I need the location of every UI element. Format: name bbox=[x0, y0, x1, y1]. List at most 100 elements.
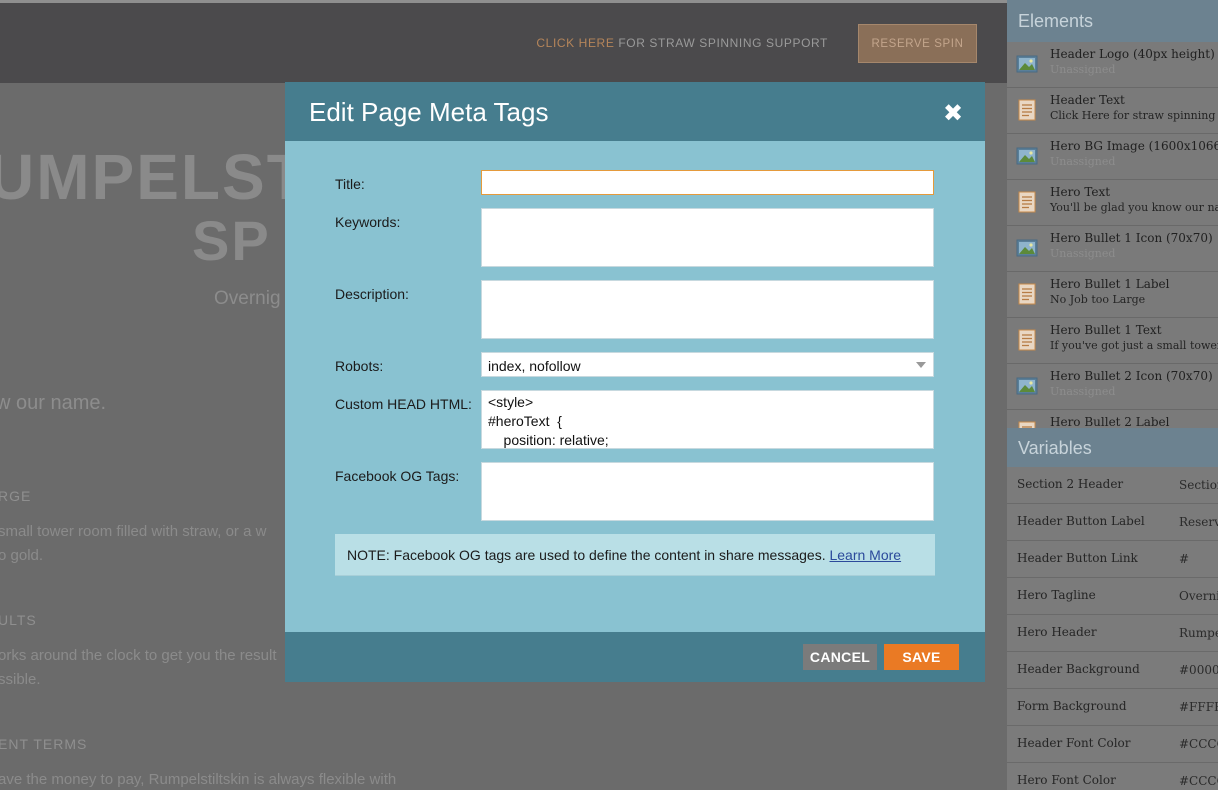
hero-header-line1: UMPELST bbox=[0, 141, 308, 213]
variable-name: Header Background bbox=[1017, 662, 1140, 676]
variable-row[interactable]: Hero Font Color #CCCC bbox=[1007, 763, 1218, 790]
element-item[interactable]: Hero Bullet 1 Text If you've got just a s… bbox=[1007, 318, 1218, 364]
bullet1-text-line2: o gold. bbox=[0, 547, 44, 564]
bullet2-text-line2: ssible. bbox=[0, 671, 41, 688]
variable-row[interactable]: Form Background #FFFFF bbox=[1007, 689, 1218, 726]
variable-row[interactable]: Section 2 Header Section bbox=[1007, 467, 1218, 504]
element-item[interactable]: Hero Text You'll be glad you know our nam… bbox=[1007, 180, 1218, 226]
keywords-label: Keywords: bbox=[335, 214, 401, 230]
keywords-textarea[interactable] bbox=[481, 208, 934, 267]
element-item-value: No Job too Large bbox=[1050, 293, 1146, 306]
support-link: CLICK HERE bbox=[536, 36, 615, 50]
variable-name: Hero Tagline bbox=[1017, 588, 1096, 602]
variable-value: #CCCC bbox=[1179, 737, 1218, 751]
bullet2-label: ULTS bbox=[0, 612, 37, 628]
page-header: CLICK HERE FOR STRAW SPINNING SUPPORT RE… bbox=[0, 3, 1007, 83]
reserve-spin-button: RESERVE SPIN bbox=[858, 24, 977, 63]
variable-value: Overnig bbox=[1179, 589, 1218, 603]
chevron-down-icon bbox=[916, 362, 926, 368]
bullet1-text-line1: small tower room filled with straw, or a… bbox=[0, 523, 267, 540]
dialog-footer: CANCEL SAVE bbox=[285, 632, 985, 682]
element-item[interactable]: Header Text Click Here for straw spinning… bbox=[1007, 88, 1218, 134]
bullet3-label: ENT TERMS bbox=[0, 736, 88, 752]
element-item-name: Header Text bbox=[1050, 93, 1125, 107]
element-item[interactable]: Hero BG Image (1600x1066) Unassigned bbox=[1007, 134, 1218, 180]
element-item-value: Unassigned bbox=[1050, 247, 1116, 260]
close-icon[interactable]: ✖ bbox=[941, 101, 965, 125]
description-textarea[interactable] bbox=[481, 280, 934, 339]
support-suffix: FOR STRAW SPINNING SUPPORT bbox=[614, 36, 828, 50]
robots-label: Robots: bbox=[335, 358, 384, 374]
element-item[interactable]: Hero Bullet 1 Label No Job too Large bbox=[1007, 272, 1218, 318]
variables-list: Section 2 Header Section Header Button Lab… bbox=[1007, 467, 1218, 790]
custom-head-html-textarea[interactable]: <style> #heroText { position: relative; bbox=[481, 390, 934, 449]
variable-value: # bbox=[1179, 552, 1190, 566]
image-icon bbox=[1016, 237, 1038, 259]
element-item[interactable]: Header Logo (40px height) Unassigned bbox=[1007, 42, 1218, 88]
element-item-value: Unassigned bbox=[1050, 155, 1116, 168]
image-icon bbox=[1016, 53, 1038, 75]
bullet1-label: RGE bbox=[0, 488, 32, 504]
variable-name: Hero Header bbox=[1017, 625, 1097, 639]
element-item-value: You'll be glad you know our name. bbox=[1050, 201, 1218, 214]
variable-name: Header Font Color bbox=[1017, 736, 1131, 750]
variable-row[interactable]: Header Background #00000 bbox=[1007, 652, 1218, 689]
custom-head-html-label: Custom HEAD HTML: bbox=[335, 396, 472, 412]
support-text: CLICK HERE FOR STRAW SPINNING SUPPORT bbox=[536, 36, 828, 50]
element-item-name: Hero Text bbox=[1050, 185, 1111, 199]
bullet3-text-line1: ave the money to pay, Rumpelstiltskin is… bbox=[0, 771, 397, 788]
note-text: NOTE: Facebook OG tags are used to defin… bbox=[347, 547, 830, 563]
dialog-title: Edit Page Meta Tags bbox=[309, 97, 549, 127]
element-item[interactable]: Hero Bullet 2 Icon (70x70) Unassigned bbox=[1007, 364, 1218, 410]
text-document-icon bbox=[1016, 99, 1038, 121]
element-item-name: Hero Bullet 2 Label bbox=[1050, 415, 1170, 428]
edit-meta-tags-dialog: Edit Page Meta Tags ✖ Title: Keywords: D… bbox=[285, 82, 985, 682]
image-icon bbox=[1016, 145, 1038, 167]
bullet2-text-line1: orks around the clock to get you the res… bbox=[0, 647, 277, 664]
dialog-header: Edit Page Meta Tags ✖ bbox=[285, 82, 985, 141]
variable-value: Rumpel bbox=[1179, 626, 1218, 640]
learn-more-link[interactable]: Learn More bbox=[829, 547, 901, 563]
element-item-name: Hero Bullet 2 Icon (70x70) bbox=[1050, 369, 1213, 383]
variables-panel: Variables Section 2 Header Section Header … bbox=[1007, 428, 1218, 790]
element-item[interactable]: Hero Bullet 2 Label bbox=[1007, 410, 1218, 428]
variable-value: Section bbox=[1179, 478, 1218, 492]
image-icon bbox=[1016, 375, 1038, 397]
variable-value: #CCCC bbox=[1179, 774, 1218, 788]
element-item[interactable]: Hero Bullet 1 Icon (70x70) Unassigned bbox=[1007, 226, 1218, 272]
element-item-name: Hero Bullet 1 Icon (70x70) bbox=[1050, 231, 1213, 245]
hero-header-line2: SP bbox=[192, 209, 271, 272]
element-item-name: Hero BG Image (1600x1066) bbox=[1050, 139, 1218, 153]
og-tags-note: NOTE: Facebook OG tags are used to defin… bbox=[335, 534, 935, 576]
facebook-og-tags-textarea[interactable] bbox=[481, 462, 934, 521]
text-document-icon bbox=[1016, 329, 1038, 351]
element-item-value: Click Here for straw spinning supp bbox=[1050, 109, 1218, 122]
hero-tagline: Overnig bbox=[214, 288, 281, 309]
text-document-icon bbox=[1016, 283, 1038, 305]
title-input[interactable] bbox=[481, 170, 934, 195]
variable-row[interactable]: Hero Tagline Overnig bbox=[1007, 578, 1218, 615]
element-item-value: If you've got just a small tower roo bbox=[1050, 339, 1218, 352]
variable-row[interactable]: Hero Header Rumpel bbox=[1007, 615, 1218, 652]
variable-row[interactable]: Header Button Label Reserve bbox=[1007, 504, 1218, 541]
element-item-name: Hero Bullet 1 Text bbox=[1050, 323, 1162, 337]
elements-list: Header Logo (40px height) Unassigned Heade… bbox=[1007, 42, 1218, 428]
text-document-icon bbox=[1016, 191, 1038, 213]
element-item-name: Hero Bullet 1 Label bbox=[1050, 277, 1170, 291]
save-button[interactable]: SAVE bbox=[884, 644, 959, 670]
variable-value: #FFFFF bbox=[1179, 700, 1218, 714]
robots-select[interactable]: index, nofollow bbox=[481, 352, 934, 377]
elements-panel-title: Elements bbox=[1007, 0, 1218, 42]
variables-panel-title: Variables bbox=[1007, 428, 1218, 467]
variable-name: Hero Font Color bbox=[1017, 773, 1116, 787]
variable-row[interactable]: Header Font Color #CCCC bbox=[1007, 726, 1218, 763]
variable-name: Section 2 Header bbox=[1017, 477, 1124, 491]
variable-value: Reserve bbox=[1179, 515, 1218, 529]
cancel-button[interactable]: CANCEL bbox=[803, 644, 877, 670]
element-item-value: Unassigned bbox=[1050, 385, 1116, 398]
hero-text: w our name. bbox=[0, 392, 107, 414]
variable-value: #00000 bbox=[1179, 663, 1218, 677]
facebook-og-tags-label: Facebook OG Tags: bbox=[335, 468, 460, 484]
variable-row[interactable]: Header Button Link # bbox=[1007, 541, 1218, 578]
element-item-value: Unassigned bbox=[1050, 63, 1116, 76]
